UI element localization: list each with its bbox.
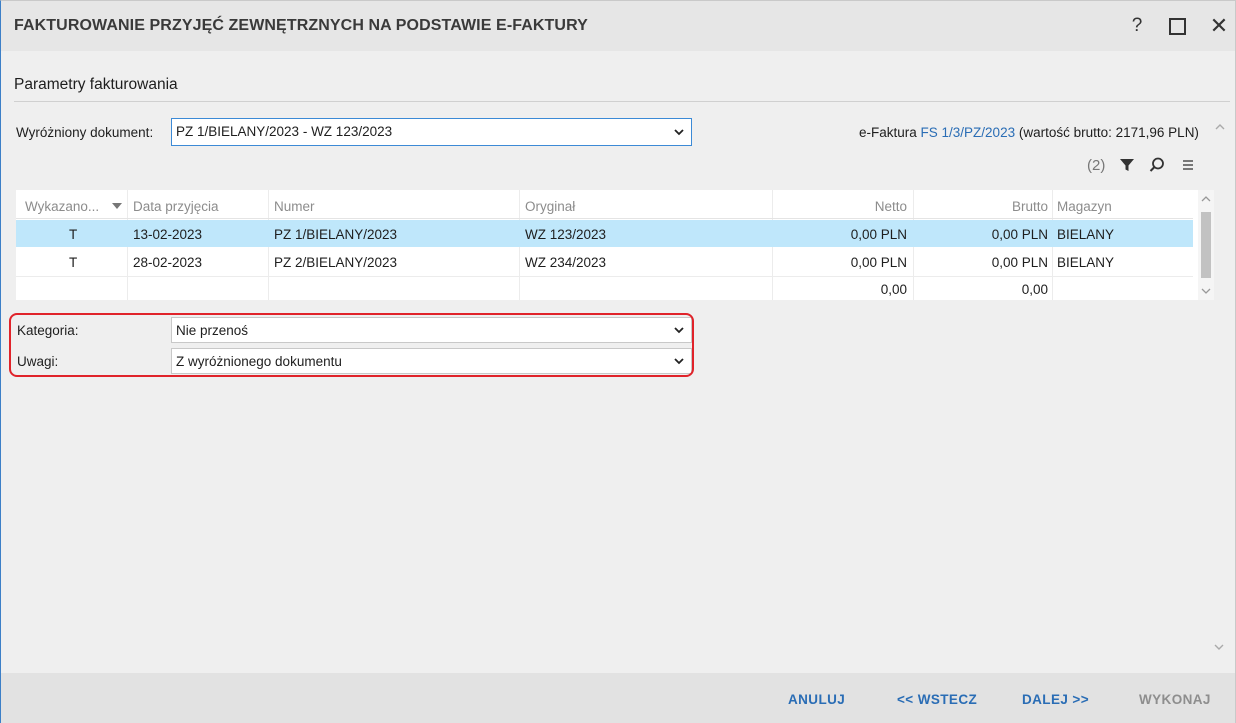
expand-chevron-down-icon[interactable]	[1213, 641, 1225, 653]
cell-shown: T	[69, 255, 78, 270]
cell-original: WZ 123/2023	[525, 227, 607, 242]
section-divider	[14, 101, 1230, 102]
maximize-button[interactable]	[1164, 13, 1190, 39]
cell-shown: T	[69, 227, 78, 242]
cell-date: 28-02-2023	[133, 255, 203, 270]
chevron-down-icon	[674, 129, 684, 136]
cell-gross: 0,00 PLN	[991, 227, 1048, 242]
efaktura-suffix: (wartość brutto: 2171,96 PLN)	[1015, 125, 1199, 140]
cell-net: 0,00 PLN	[850, 255, 907, 270]
table-row-selected[interactable]: T 13-02-2023 PZ 1/BIELANY/2023 WZ 123/20…	[16, 220, 1193, 247]
menu-icon[interactable]	[1179, 156, 1197, 174]
highlighted-document-label: Wyróżniony dokument:	[16, 125, 154, 140]
table-row[interactable]: T 28-02-2023 PZ 2/BIELANY/2023 WZ 234/20…	[16, 248, 1193, 275]
dialog-footer: ANULUJ << WSTECZ DALEJ >> WYKONAJ	[1, 673, 1235, 723]
sort-down-icon[interactable]	[112, 203, 122, 209]
collapse-chevron-up-icon[interactable]	[1214, 121, 1226, 133]
title-bar: FAKTUROWANIE PRZYJĘĆ ZEWNĘTRZNYCH NA POD…	[1, 1, 1235, 51]
search-icon[interactable]	[1148, 156, 1166, 174]
table-totals-row: 0,00 0,00	[16, 276, 1193, 300]
scroll-up-icon[interactable]	[1200, 194, 1212, 204]
cell-original: WZ 234/2023	[525, 255, 607, 270]
help-button[interactable]: ?	[1124, 13, 1150, 39]
window-title: FAKTUROWANIE PRZYJĘĆ ZEWNĘTRZNYCH NA POD…	[14, 17, 588, 34]
header-date[interactable]: Data przyjęcia	[133, 199, 219, 214]
efaktura-link[interactable]: FS 1/3/PZ/2023	[921, 125, 1016, 140]
highlighted-document-select[interactable]: PZ 1/BIELANY/2023 - WZ 123/2023	[171, 118, 692, 146]
header-warehouse[interactable]: Magazyn	[1057, 199, 1112, 214]
cell-number: PZ 2/BIELANY/2023	[274, 255, 398, 270]
section-title: Parametry fakturowania	[14, 76, 178, 93]
scrollbar-thumb[interactable]	[1201, 212, 1211, 278]
total-gross: 0,00	[1021, 282, 1048, 297]
highlight-annotation	[9, 313, 694, 377]
maximize-icon	[1168, 17, 1186, 35]
efaktura-prefix: e-Faktura	[859, 125, 921, 140]
close-button[interactable]: ✕	[1206, 13, 1232, 39]
cell-warehouse: BIELANY	[1057, 227, 1115, 242]
cell-number: PZ 1/BIELANY/2023	[274, 227, 398, 242]
cell-gross: 0,00 PLN	[991, 255, 1048, 270]
efaktura-info: e-Faktura FS 1/3/PZ/2023 (wartość brutto…	[859, 125, 1199, 140]
total-net: 0,00	[880, 282, 907, 297]
header-gross[interactable]: Brutto	[1012, 199, 1048, 214]
header-shown[interactable]: Wykazano...	[25, 199, 99, 214]
documents-table: Wykazano... Data przyjęcia Numer Orygina…	[16, 190, 1214, 300]
filter-count: (2)	[1087, 157, 1106, 174]
cancel-button[interactable]: ANULUJ	[788, 692, 845, 707]
back-button[interactable]: << WSTECZ	[897, 692, 977, 707]
header-net[interactable]: Netto	[875, 199, 907, 214]
cell-net: 0,00 PLN	[850, 227, 907, 242]
filter-icon[interactable]	[1118, 156, 1136, 174]
cell-date: 13-02-2023	[133, 227, 203, 242]
cell-warehouse: BIELANY	[1057, 255, 1115, 270]
table-scrollbar[interactable]	[1198, 190, 1214, 300]
header-original[interactable]: Oryginał	[525, 199, 575, 214]
scroll-down-icon[interactable]	[1200, 286, 1212, 296]
highlighted-document-value: PZ 1/BIELANY/2023 - WZ 123/2023	[176, 124, 393, 139]
execute-button[interactable]: WYKONAJ	[1139, 692, 1211, 707]
dialog-window: FAKTUROWANIE PRZYJĘĆ ZEWNĘTRZNYCH NA POD…	[0, 0, 1236, 723]
table-header: Wykazano... Data przyjęcia Numer Orygina…	[16, 192, 1193, 219]
header-number[interactable]: Numer	[274, 199, 315, 214]
next-button[interactable]: DALEJ >>	[1022, 692, 1089, 707]
